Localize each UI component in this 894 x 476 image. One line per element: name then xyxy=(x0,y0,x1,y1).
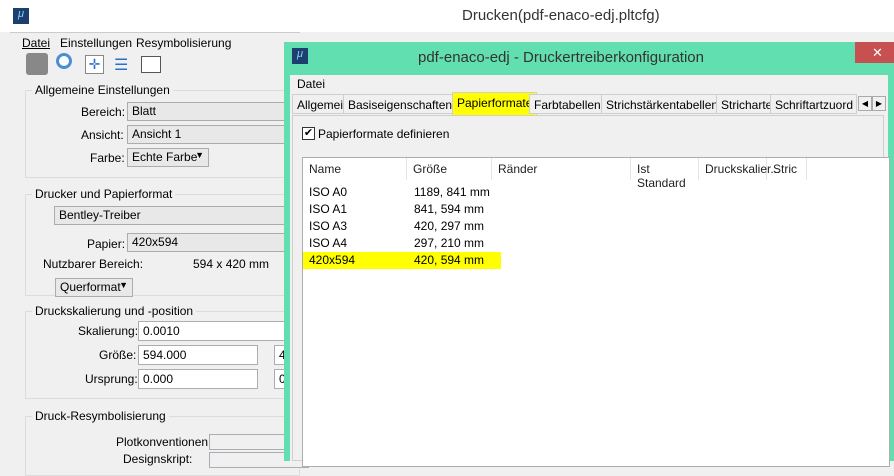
driver-select[interactable]: Bentley-Treiber xyxy=(54,206,307,225)
column-header-raender[interactable]: Ränder xyxy=(492,158,631,180)
groesse-label: Größe: xyxy=(99,348,137,362)
column-header-druckskalierung[interactable]: Druckskalier... xyxy=(699,158,780,180)
main-menu-bar: Datei Einstellungen Resymbolisierung xyxy=(10,32,300,50)
define-formats-label: Papierformate definieren xyxy=(318,127,450,141)
cell-size: 297, 210 mm xyxy=(414,236,485,250)
table-row[interactable]: ISO A1 841, 594 mm xyxy=(303,201,889,218)
app-logo-icon: μ xyxy=(292,48,308,64)
column-header-strich[interactable]: Stric xyxy=(767,158,807,180)
tab-panel: ✔ Papierformate definieren Name Größe Rä… xyxy=(292,115,890,467)
plot-label: Plotkonventionen: xyxy=(116,435,212,449)
orientation-select[interactable]: Querformat ▼ xyxy=(55,278,133,297)
column-header-groesse[interactable]: Größe xyxy=(407,158,492,180)
tab-scroll-left-icon[interactable]: ◀ xyxy=(858,96,872,111)
dialog-title: pdf-enaco-edj - Druckertreiberkonfigurat… xyxy=(418,49,704,66)
close-button[interactable]: ✕ xyxy=(855,42,894,63)
main-window-title: Drucken(pdf-enaco-edj.pltcfg) xyxy=(462,7,660,24)
printer-group: Drucker und Papierformat Bentley-Treiber… xyxy=(25,187,307,297)
app-logo-icon: μ xyxy=(13,8,29,24)
tab-strichstaerkentabellen[interactable]: Strichstärkentabellen xyxy=(601,94,724,114)
menu-datei[interactable]: Datei xyxy=(297,77,325,91)
export-window-icon[interactable] xyxy=(141,56,161,73)
list-icon[interactable]: ☰ xyxy=(114,55,128,75)
tab-schriftartzuordnung[interactable]: Schriftartzuord xyxy=(770,94,857,114)
tab-farbtabellen[interactable]: Farbtabellen xyxy=(529,94,606,114)
cell-size: 841, 594 mm xyxy=(414,202,485,216)
tab-papierformate[interactable]: Papierformate xyxy=(452,92,538,116)
cell-name: 420x594 xyxy=(309,253,356,267)
bereich-select[interactable]: Blatt xyxy=(127,102,307,121)
printer-icon[interactable] xyxy=(26,53,48,75)
tab-basiseigenschaften[interactable]: Basiseigenschaften xyxy=(343,94,458,114)
ansicht-label: Ansicht: xyxy=(81,128,124,142)
cell-size: 1189, 841 mm xyxy=(414,185,490,199)
resym-group: Druck-Resymbolisierung Plotkonventionen:… xyxy=(25,409,309,476)
cell-size: 420, 594 mm xyxy=(414,253,485,267)
dialog-body: Datei Allgemein Basiseigenschaften Papie… xyxy=(290,75,890,467)
table-row[interactable]: 420x594 420, 594 mm xyxy=(303,252,501,269)
scaling-group: Druckskalierung und -position Skalierung… xyxy=(25,304,308,399)
column-header-name[interactable]: Name xyxy=(303,158,407,180)
ursprung-label: Ursprung: xyxy=(85,372,138,386)
cell-size: 420, 297 mm xyxy=(414,219,485,233)
papier-select[interactable]: 420x594 xyxy=(127,233,307,252)
table-row[interactable]: ISO A0 1189, 841 mm xyxy=(303,184,889,201)
nutzbar-value: 594 x 420 mm xyxy=(193,257,270,271)
preview-magnifier-icon[interactable] xyxy=(56,53,72,69)
farbe-select[interactable]: Echte Farbe ▼ xyxy=(127,148,209,167)
chevron-down-icon: ▼ xyxy=(119,280,128,290)
ansicht-select[interactable]: Ansicht 1 xyxy=(127,125,307,144)
menu-resymbolisierung[interactable]: Resymbolisierung xyxy=(136,36,231,50)
design-label: Designskript: xyxy=(123,452,193,466)
skalierung-label: Skalierung: xyxy=(78,324,139,338)
ursprung-input[interactable]: 0.000 xyxy=(138,369,258,389)
chevron-down-icon: ▼ xyxy=(195,150,204,160)
papier-label: Papier: xyxy=(87,237,126,251)
cell-name: ISO A3 xyxy=(309,219,348,233)
fit-area-icon[interactable]: ✛ xyxy=(85,55,104,74)
menu-datei[interactable]: Datei xyxy=(22,36,50,50)
skalierung-input[interactable]: 0.0010 xyxy=(138,321,308,341)
menu-einstellungen[interactable]: Einstellungen xyxy=(60,36,132,50)
tab-bar: Allgemein Basiseigenschaften Papierforma… xyxy=(292,92,888,116)
define-formats-checkbox[interactable]: ✔ xyxy=(302,127,315,140)
groesse-input[interactable]: 594.000 xyxy=(138,345,258,365)
table-row[interactable]: ISO A4 297, 210 mm xyxy=(303,235,889,252)
bereich-label: Bereich: xyxy=(81,105,126,119)
nutzbar-label: Nutzbarer Bereich: xyxy=(43,257,144,271)
cell-name: ISO A0 xyxy=(309,185,348,199)
cell-name: ISO A1 xyxy=(309,202,348,216)
main-title-bar: μ Drucken(pdf-enaco-edj.pltcfg) xyxy=(0,0,894,32)
tab-scroll-right-icon[interactable]: ▶ xyxy=(872,96,886,111)
column-header-standard[interactable]: Ist Standard xyxy=(631,158,699,190)
paper-format-table: Name Größe Ränder Ist Standard Druckskal… xyxy=(302,157,890,467)
general-settings-group: Allgemeine Einstellungen Bereich: Blatt … xyxy=(25,83,307,178)
table-row[interactable]: ISO A3 420, 297 mm xyxy=(303,218,889,235)
cell-name: ISO A4 xyxy=(309,236,348,250)
printer-driver-dialog: μ pdf-enaco-edj - Druckertreiberkonfigur… xyxy=(284,42,894,467)
farbe-label: Farbe: xyxy=(90,151,125,165)
